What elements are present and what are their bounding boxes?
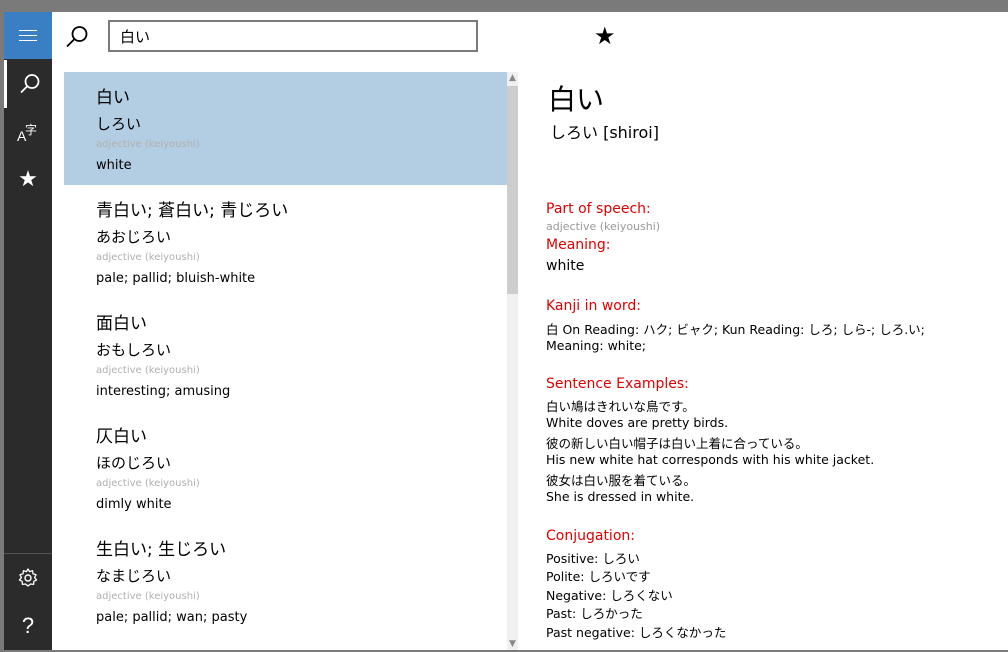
conjugation-row: Past negative: しろくなかった [546, 625, 727, 640]
results-list: 白い しろい adjective (keiyoushi) white 青白い; … [64, 72, 507, 650]
result-kana: なまじろい [96, 567, 172, 585]
scroll-down-arrow-icon[interactable]: ▼ [507, 638, 518, 650]
example-sentence: 彼の新しい白い帽子は白い上着に合っている。 [546, 436, 808, 451]
nav-favorites-button[interactable]: ★ [4, 156, 52, 204]
list-item[interactable]: 仄白い ほのじろい adjective (keiyoushi) dimly wh… [64, 411, 507, 524]
kanji-icon: A 字 [17, 123, 38, 144]
detail-panel: 白い しろい [shiroi] Part of speech: adjectiv… [546, 72, 996, 650]
result-pos: adjective (keiyoushi) [96, 252, 200, 263]
examples-label: Sentence Examples: [546, 376, 689, 392]
search-icon [19, 74, 39, 94]
main-content: ★ 白い しろい adjective (keiyoushi) white 青白い… [52, 12, 1008, 650]
list-item[interactable]: 面白い おもしろい adjective (keiyoushi) interest… [64, 298, 507, 411]
result-meaning: dimly white [96, 497, 172, 512]
meaning-label: Meaning: [546, 237, 611, 253]
detail-reading: しろい [shiroi] [550, 123, 659, 142]
result-pos: adjective (keiyoushi) [96, 365, 200, 376]
meaning-value: white [546, 258, 585, 274]
conjugation-row: Positive: しろい [546, 551, 640, 566]
pos-value: adjective (keiyoushi) [546, 220, 661, 233]
add-favorite-star-icon[interactable]: ★ [594, 24, 616, 48]
menu-button[interactable] [4, 12, 52, 59]
result-pos: adjective (keiyoushi) [96, 139, 200, 150]
kanji-meaning: Meaning: white; [546, 338, 646, 353]
example-sentence: White doves are pretty birds. [546, 415, 729, 430]
result-kanji: 白い [96, 88, 130, 108]
list-item[interactable]: 青白い; 蒼白い; 青じろい あおじろい adjective (keiyoush… [64, 185, 507, 298]
result-kanji: 青白い; 蒼白い; 青じろい [96, 201, 289, 221]
conjugation-row: Past: しろかった [546, 606, 643, 621]
example-sentence: 彼女は白い服を着ている。 [546, 473, 697, 488]
scrollbar-thumb[interactable] [507, 86, 518, 294]
result-kana: あおじろい [96, 228, 172, 246]
result-kana: ほのじろい [96, 454, 172, 472]
example-sentence: 白い鳩はきれいな鳥です。 [546, 399, 695, 414]
conjugation-row: Polite: しろいです [546, 569, 651, 584]
star-icon: ★ [18, 167, 38, 192]
example-sentence: She is dressed in white. [546, 489, 695, 504]
search-icon [66, 26, 88, 48]
result-kanji: 仄白い [96, 427, 147, 447]
result-pos: adjective (keiyoushi) [96, 478, 200, 489]
kanji-readings: 白 On Reading: ハク; ビャク; Kun Reading: しろ; … [546, 322, 925, 337]
pos-label: Part of speech: [546, 201, 651, 217]
result-meaning: interesting; amusing [96, 384, 231, 399]
nav-settings-button[interactable] [4, 554, 52, 602]
navigation-rail: A 字 ★ ? [4, 12, 52, 650]
result-kana: しろい [96, 115, 142, 133]
result-meaning: pale; pallid; wan; pasty [96, 610, 248, 625]
nav-kanji-button[interactable]: A 字 [4, 108, 52, 156]
conjugation-row: Negative: しろくない [546, 588, 673, 603]
window-titlebar [0, 0, 1008, 12]
list-item[interactable]: 白い しろい adjective (keiyoushi) white [64, 72, 507, 185]
nav-help-button[interactable]: ? [4, 602, 52, 650]
list-item[interactable]: 生白い; 生じろい なまじろい adjective (keiyoushi) pa… [64, 524, 507, 637]
result-meaning: pale; pallid; bluish-white [96, 271, 256, 286]
detail-title: 白い [548, 83, 605, 116]
hamburger-icon [19, 29, 37, 42]
example-sentence: His new white hat corresponds with his w… [546, 452, 875, 467]
result-kana: おもしろい [96, 341, 172, 359]
scroll-up-arrow-icon[interactable]: ▲ [507, 72, 518, 84]
help-icon: ? [21, 613, 35, 638]
result-kanji: 生白い; 生じろい [96, 540, 227, 560]
results-scrollbar[interactable]: ▲ ▼ [507, 72, 518, 650]
conjugation-label: Conjugation: [546, 528, 635, 544]
gear-icon [18, 568, 38, 587]
search-input[interactable] [108, 20, 478, 52]
nav-search-button[interactable] [4, 60, 52, 108]
result-kanji: 面白い [96, 314, 147, 334]
result-pos: adjective (keiyoushi) [96, 591, 200, 602]
result-meaning: white [96, 158, 132, 173]
kanji-label: Kanji in word: [546, 298, 641, 314]
